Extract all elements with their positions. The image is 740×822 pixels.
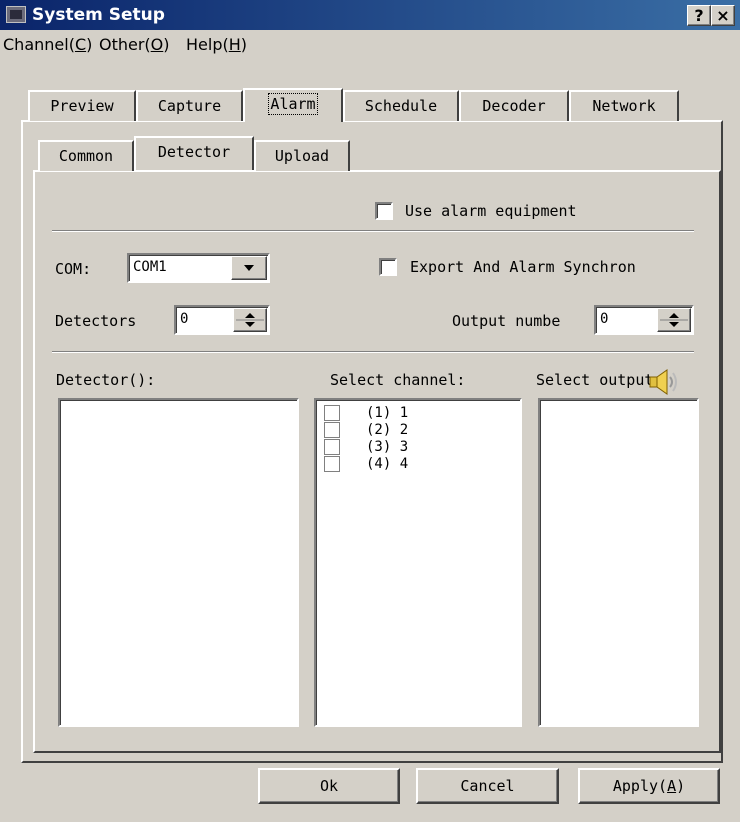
com-dropdown-button[interactable] (231, 256, 267, 280)
help-button[interactable]: ? (687, 5, 711, 26)
select-channel-label: Select channel: (330, 371, 466, 389)
output-number-value: 0 (600, 311, 609, 327)
menu-channel[interactable]: Channel(C) (3, 33, 92, 57)
ok-button[interactable]: Ok (258, 768, 400, 804)
detectors-spin-button[interactable] (233, 308, 267, 332)
close-button[interactable]: × (711, 5, 735, 26)
output-number-label: Output numbe (452, 312, 561, 330)
separator-middle (52, 351, 694, 353)
detectors-value: 0 (180, 311, 189, 327)
channel-3-checkbox[interactable] (324, 439, 340, 455)
menu-other[interactable]: Other(O) (99, 33, 170, 57)
detectors-label: Detectors (55, 312, 137, 330)
tab-capture[interactable]: Capture (136, 90, 243, 121)
separator-top (52, 230, 694, 232)
tab-detector[interactable]: Detector (134, 136, 254, 170)
com-select-value: COM1 (133, 259, 167, 275)
chevron-down-icon (244, 265, 254, 271)
use-alarm-equipment-label: Use alarm equipment (405, 202, 577, 220)
select-output-listbox[interactable] (538, 398, 699, 727)
output-number-spin-button[interactable] (657, 308, 691, 332)
select-output-label: Select output: (536, 371, 663, 389)
export-alarm-sync-label: Export And Alarm Synchron (410, 258, 636, 276)
speaker-icon[interactable] (647, 368, 681, 396)
tab-decoder[interactable]: Decoder (459, 90, 569, 121)
channel-3-label: (3) 3 (366, 439, 409, 455)
tab-preview[interactable]: Preview (28, 90, 136, 121)
export-alarm-sync-checkbox[interactable] (379, 258, 397, 276)
select-channel-listbox[interactable] (314, 398, 522, 727)
channel-4-checkbox[interactable] (324, 456, 340, 472)
tab-common[interactable]: Common (38, 140, 134, 171)
tab-upload[interactable]: Upload (254, 140, 350, 171)
detector-listbox[interactable] (58, 398, 299, 727)
use-alarm-equipment-checkbox[interactable] (375, 202, 393, 220)
detector-list-label: Detector(): (56, 371, 156, 389)
channel-2-label: (2) 2 (366, 422, 409, 438)
spin-arrows-icon (660, 313, 688, 327)
channel-2-checkbox[interactable] (324, 422, 340, 438)
channel-1-label: (1) 1 (366, 405, 409, 421)
tab-schedule[interactable]: Schedule (343, 90, 459, 121)
tab-alarm[interactable]: Alarm (243, 88, 343, 122)
channel-4-label: (4) 4 (366, 456, 409, 472)
tab-network[interactable]: Network (569, 90, 679, 121)
window-title: System Setup (32, 5, 165, 25)
apply-button[interactable]: Apply(A) (578, 768, 720, 804)
app-icon[interactable] (6, 6, 26, 23)
tab-alarm-label: Alarm (268, 93, 318, 115)
spin-arrows-icon (236, 313, 264, 327)
channel-1-checkbox[interactable] (324, 405, 340, 421)
com-label: COM: (55, 260, 92, 278)
menu-help[interactable]: Help(H) (186, 33, 247, 57)
cancel-button[interactable]: Cancel (416, 768, 559, 804)
